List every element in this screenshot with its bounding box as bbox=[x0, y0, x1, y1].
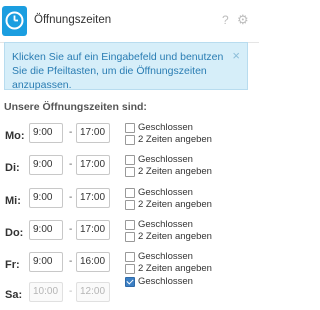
section-title: Unsere Öffnungszeiten sind: bbox=[4, 101, 147, 113]
day-row-di: Di: 9:00 - 17:00 Geschlossen 2 Zeiten an… bbox=[0, 153, 259, 183]
closed-label: Geschlossen bbox=[138, 187, 193, 198]
two-times-label: 2 Zeiten angeben bbox=[138, 231, 212, 242]
closed-label: Geschlossen bbox=[138, 154, 193, 165]
clock-app-icon bbox=[2, 6, 27, 36]
day-row-mo: Mo: 9:00 - 17:00 Geschlossen 2 Zeiten an… bbox=[0, 121, 259, 151]
info-message: Klicken Sie auf ein Eingabefeld und benu… bbox=[4, 42, 248, 91]
time-separator: - bbox=[69, 192, 73, 203]
checkbox-icon[interactable] bbox=[125, 232, 135, 242]
checkbox-icon[interactable] bbox=[125, 220, 135, 230]
day-label: Sa: bbox=[5, 289, 23, 301]
closed-label: Geschlossen bbox=[138, 122, 193, 133]
checkbox-icon[interactable] bbox=[125, 188, 135, 198]
time-separator: - bbox=[69, 159, 73, 170]
two-times-label: 2 Zeiten angeben bbox=[138, 166, 212, 177]
day-row-fr: Fr: 9:00 - 16:00 Geschlossen 2 Zeiten an… bbox=[0, 250, 259, 280]
close-icon[interactable]: × bbox=[232, 48, 240, 63]
checkbox-icon[interactable] bbox=[125, 252, 135, 262]
close-time-input[interactable]: 17:00 bbox=[76, 123, 110, 143]
time-separator: - bbox=[69, 127, 73, 138]
open-time-input[interactable]: 9:00 bbox=[29, 123, 63, 143]
day-row-sa: Sa: 10:00 - 12:00 Geschlossen bbox=[0, 276, 259, 310]
info-text: Klicken Sie auf ein Eingabefeld und benu… bbox=[12, 51, 224, 91]
checkbox-icon[interactable] bbox=[125, 155, 135, 165]
help-icon[interactable]: ? bbox=[222, 13, 229, 27]
open-time-input[interactable]: 9:00 bbox=[29, 188, 63, 208]
day-label: Mo: bbox=[5, 130, 25, 142]
closed-label: Geschlossen bbox=[138, 219, 193, 230]
day-row-do: Do: 9:00 - 17:00 Geschlossen 2 Zeiten an… bbox=[0, 218, 259, 248]
checkbox-icon[interactable] bbox=[125, 167, 135, 177]
day-label: Do: bbox=[5, 227, 24, 239]
two-times-label: 2 Zeiten angeben bbox=[138, 199, 212, 210]
checkbox-icon[interactable] bbox=[125, 200, 135, 210]
day-label: Fr: bbox=[5, 259, 20, 271]
close-time-input[interactable]: 17:00 bbox=[76, 155, 110, 175]
open-time-input[interactable]: 9:00 bbox=[29, 252, 63, 272]
checkbox-icon[interactable] bbox=[125, 264, 135, 274]
closed-label: Geschlossen bbox=[138, 251, 193, 262]
checkbox-checked-icon[interactable] bbox=[125, 277, 135, 287]
window-title: Öffnungszeiten bbox=[34, 14, 112, 26]
day-label: Mi: bbox=[5, 195, 21, 207]
checkbox-icon[interactable] bbox=[125, 123, 135, 133]
close-time-input[interactable]: 17:00 bbox=[76, 220, 110, 240]
checkbox-icon[interactable] bbox=[125, 135, 135, 145]
time-separator: - bbox=[69, 286, 73, 297]
gear-icon[interactable]: ⚙ bbox=[237, 12, 249, 28]
open-time-input[interactable]: 10:00 bbox=[29, 282, 63, 302]
open-time-input[interactable]: 9:00 bbox=[29, 155, 63, 175]
window-header: Öffnungszeiten ? ⚙ bbox=[0, 0, 259, 43]
open-time-input[interactable]: 9:00 bbox=[29, 220, 63, 240]
time-separator: - bbox=[69, 224, 73, 235]
two-times-label: 2 Zeiten angeben bbox=[138, 263, 212, 274]
day-row-mi: Mi: 9:00 - 17:00 Geschlossen 2 Zeiten an… bbox=[0, 186, 259, 216]
day-label: Di: bbox=[5, 162, 20, 174]
close-time-input[interactable]: 17:00 bbox=[76, 188, 110, 208]
two-times-label: 2 Zeiten angeben bbox=[138, 134, 212, 145]
closed-label: Geschlossen bbox=[138, 276, 193, 287]
close-time-input[interactable]: 12:00 bbox=[76, 282, 110, 302]
close-time-input[interactable]: 16:00 bbox=[76, 252, 110, 272]
time-separator: - bbox=[69, 256, 73, 267]
